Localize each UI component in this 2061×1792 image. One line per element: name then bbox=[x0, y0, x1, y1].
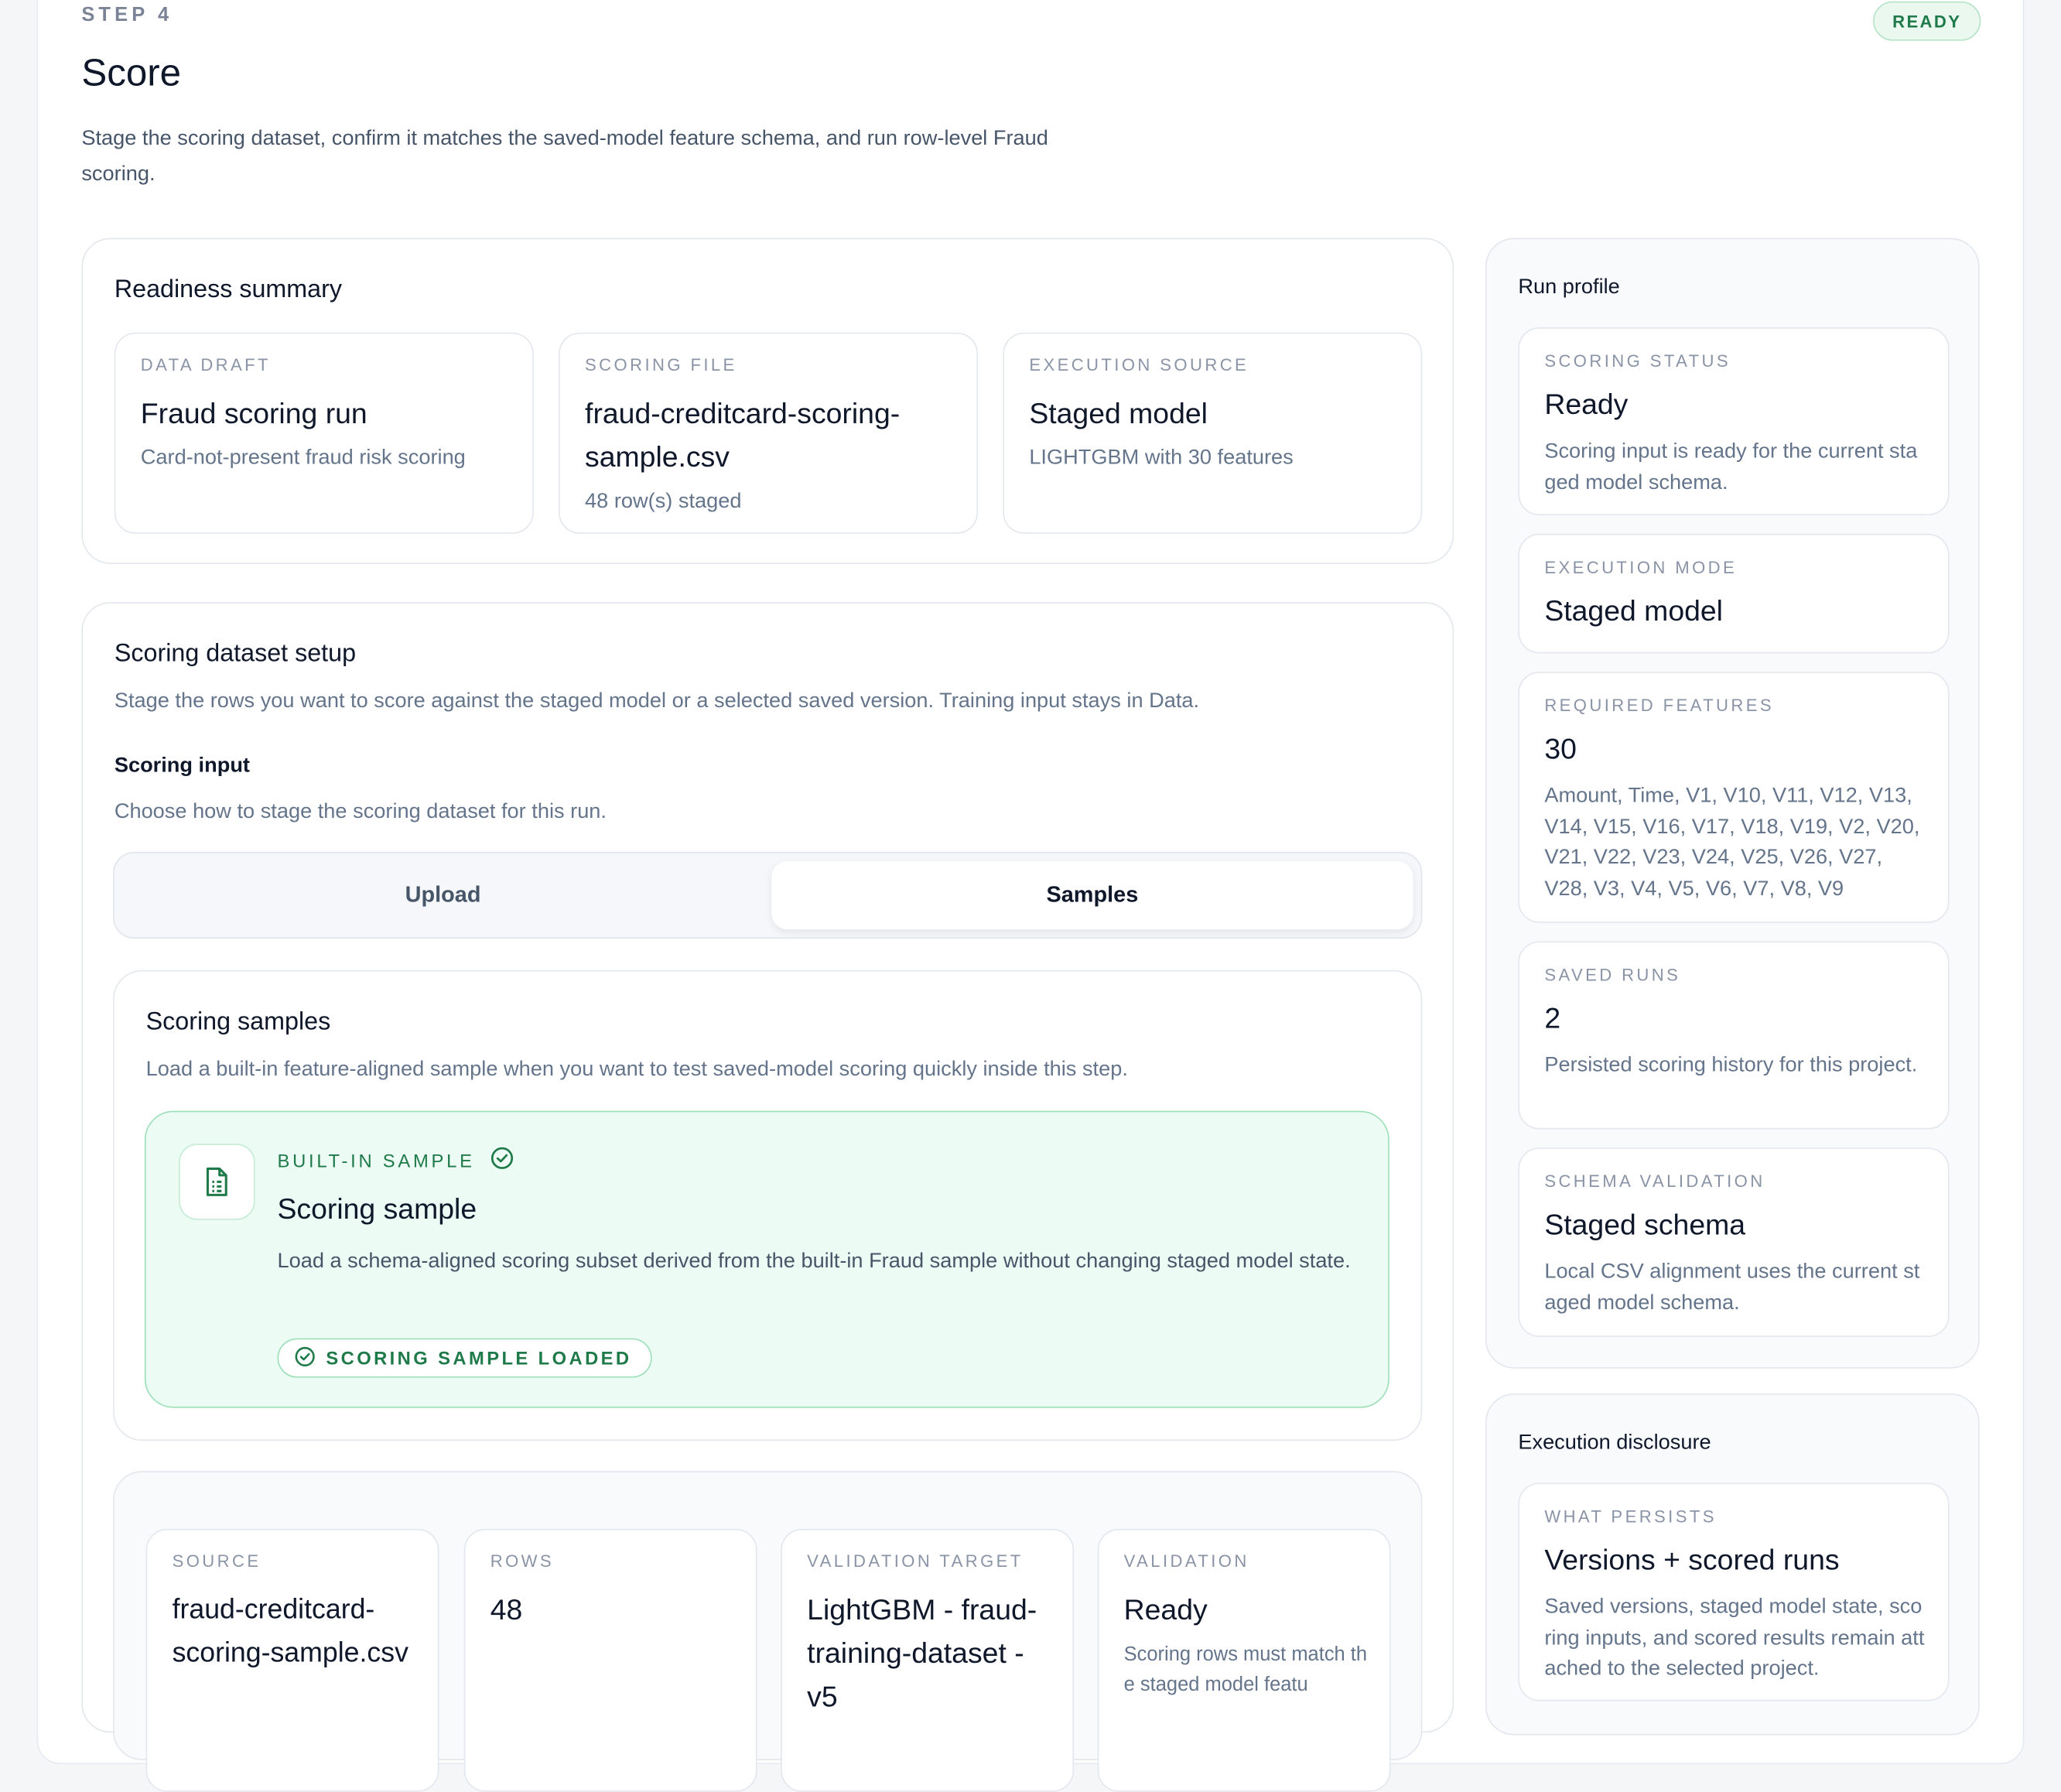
profile-saved-runs: SAVED RUNS 2 Persisted scoring history f… bbox=[1518, 941, 1950, 1130]
score-step-page: STEP 4 READY Score Stage the scoring dat… bbox=[0, 0, 2061, 1792]
built-in-sample-card[interactable]: BUILT-IN SAMPLE Scoring sample Load a sc… bbox=[144, 1110, 1389, 1408]
tile-value: LightGBM - fraud-training-dataset - v5 bbox=[807, 1593, 1037, 1713]
tile-label: EXECUTION SOURCE bbox=[1029, 354, 1249, 375]
execution-disclosure-panel: Execution disclosure WHAT PERSISTS Versi… bbox=[1485, 1393, 1980, 1736]
tile-label: EXECUTION MODE bbox=[1544, 557, 1738, 577]
run-profile-panel: Run profile SCORING STATUS Ready Scoring… bbox=[1485, 238, 1980, 1369]
tab-upload[interactable]: Upload bbox=[122, 861, 764, 929]
check-circle-icon bbox=[295, 1346, 316, 1370]
status-badge: READY bbox=[1873, 1, 1981, 41]
tile-value: Versions + scored runs bbox=[1544, 1543, 1840, 1577]
tile-value: Ready bbox=[1123, 1593, 1208, 1626]
tile-label: SCHEMA VALIDATION bbox=[1544, 1171, 1765, 1192]
tile-scoring-file: SCORING FILE fraud-creditcard-scoring-sa… bbox=[559, 332, 979, 534]
disclosure-what-persists: WHAT PERSISTS Versions + scored runs Sav… bbox=[1518, 1483, 1950, 1701]
sample-eyebrow: BUILT-IN SAMPLE bbox=[277, 1149, 475, 1171]
staged-dataset-card: SOURCE fraud-creditcard-scoring-sample.c… bbox=[113, 1471, 1423, 1792]
check-circle-icon bbox=[490, 1147, 514, 1175]
tile-label: DATA DRAFT bbox=[140, 354, 271, 375]
tile-sub: Scoring rows must match the staged model… bbox=[1123, 1643, 1368, 1696]
tile-value: Ready bbox=[1544, 388, 1629, 421]
page-description: Stage the scoring dataset, confirm it ma… bbox=[81, 127, 1048, 186]
tab-samples[interactable]: Samples bbox=[771, 860, 1413, 930]
tile-sub: Card-not-present fraud risk scoring bbox=[140, 446, 466, 470]
tile-value: Staged model bbox=[1544, 593, 1723, 628]
scoring-input-title: Scoring input bbox=[114, 754, 250, 778]
tile-execution-source: EXECUTION SOURCE Staged model LIGHTGBM w… bbox=[1003, 332, 1423, 534]
tile-label: ROWS bbox=[490, 1551, 555, 1571]
readiness-summary-card: Readiness summary DATA DRAFT Fraud scori… bbox=[81, 238, 1454, 564]
stat-validation: VALIDATION Ready Scoring rows must match… bbox=[1097, 1528, 1391, 1792]
tile-sub: Scoring input is ready for the current s… bbox=[1544, 440, 1918, 494]
tile-value: 30 bbox=[1544, 732, 1577, 765]
input-mode-tabs: Upload Samples bbox=[113, 851, 1423, 939]
tile-label: SCORING FILE bbox=[585, 354, 737, 375]
sample-eyebrow-row: BUILT-IN SAMPLE bbox=[277, 1147, 514, 1175]
file-spreadsheet-icon bbox=[179, 1144, 255, 1220]
step-label: STEP 4 bbox=[81, 4, 173, 26]
setup-description: Stage the rows you want to score against… bbox=[114, 689, 1200, 713]
tile-data-draft: DATA DRAFT Fraud scoring run Card-not-pr… bbox=[114, 332, 534, 534]
tile-label: VALIDATION TARGET bbox=[807, 1551, 1024, 1571]
sample-loaded-label: SCORING SAMPLE LOADED bbox=[326, 1347, 632, 1369]
sample-loaded-badge: SCORING SAMPLE LOADED bbox=[277, 1338, 651, 1378]
tile-sub: Amount, Time, V1, V10, V11, V12, V13, V1… bbox=[1544, 785, 1920, 900]
tile-value: fraud-creditcard-scoring-sample.csv bbox=[172, 1594, 408, 1669]
tile-value: 2 bbox=[1544, 1001, 1561, 1035]
readiness-title: Readiness summary bbox=[114, 275, 343, 304]
profile-scoring-status: SCORING STATUS Ready Scoring input is re… bbox=[1518, 327, 1950, 516]
stat-rows: ROWS 48 bbox=[463, 1528, 757, 1792]
stat-validation-target: VALIDATION TARGET LightGBM - fraud-train… bbox=[781, 1528, 1075, 1792]
profile-execution-mode: EXECUTION MODE Staged model bbox=[1518, 533, 1950, 654]
tile-sub: LIGHTGBM with 30 features bbox=[1029, 446, 1294, 470]
stat-source: SOURCE fraud-creditcard-scoring-sample.c… bbox=[145, 1528, 439, 1792]
tile-sub: Saved versions, staged model state, scor… bbox=[1544, 1595, 1925, 1681]
tile-label: SOURCE bbox=[172, 1551, 261, 1571]
tile-sub: 48 row(s) staged bbox=[585, 490, 742, 513]
page-title: Score bbox=[81, 52, 182, 95]
scoring-input-description: Choose how to stage the scoring dataset … bbox=[114, 800, 607, 823]
tile-label: SAVED RUNS bbox=[1544, 965, 1681, 985]
profile-schema-validation: SCHEMA VALIDATION Staged schema Local CS… bbox=[1518, 1147, 1950, 1337]
sample-description: Load a schema-aligned scoring subset der… bbox=[277, 1250, 1351, 1273]
tile-label: SCORING STATUS bbox=[1544, 351, 1731, 371]
tile-value: Staged schema bbox=[1544, 1208, 1746, 1241]
run-profile-title: Run profile bbox=[1518, 275, 1620, 299]
tile-value: Fraud scoring run bbox=[140, 397, 367, 430]
tile-value: 48 bbox=[490, 1593, 523, 1626]
samples-title: Scoring samples bbox=[145, 1008, 331, 1036]
profile-required-features: REQUIRED FEATURES 30 Amount, Time, V1, V… bbox=[1518, 672, 1950, 923]
disclosure-title: Execution disclosure bbox=[1518, 1431, 1711, 1455]
tile-label: REQUIRED FEATURES bbox=[1544, 695, 1774, 716]
tile-sub: Persisted scoring history for this proje… bbox=[1544, 1054, 1918, 1077]
samples-description: Load a built-in feature-aligned sample w… bbox=[145, 1058, 1128, 1081]
tile-label: VALIDATION bbox=[1123, 1551, 1249, 1571]
tile-label: WHAT PERSISTS bbox=[1544, 1506, 1717, 1527]
setup-title: Scoring dataset setup bbox=[114, 640, 357, 669]
tile-value: Staged model bbox=[1029, 397, 1208, 430]
tile-sub: Local CSV alignment uses the current sta… bbox=[1544, 1260, 1920, 1315]
tile-value: fraud-creditcard-scoring-sample.csv bbox=[585, 397, 901, 474]
sample-title: Scoring sample bbox=[277, 1192, 477, 1226]
